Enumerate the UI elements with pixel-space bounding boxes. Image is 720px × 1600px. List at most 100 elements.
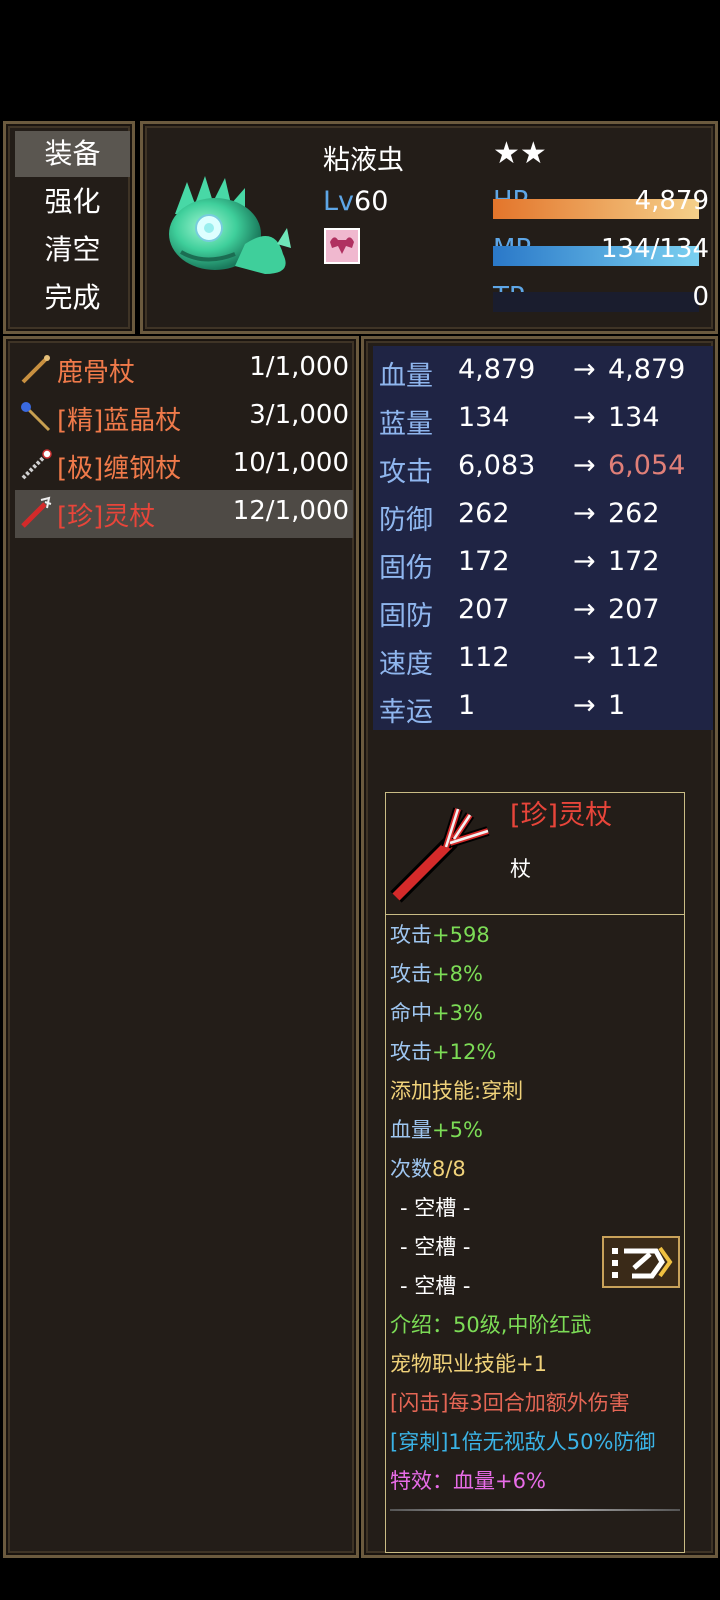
prop-value: +3%	[432, 1001, 483, 1025]
item-count: 1/1,000	[249, 352, 349, 382]
list-item[interactable]: [极]缠钢杖 10/1,000	[15, 442, 353, 490]
stat-arrow: →	[573, 402, 596, 433]
pet-skill-text: 宠物职业技能+1	[390, 1352, 547, 1376]
stat-row-luck: 幸运 1 → 1	[373, 682, 713, 730]
stat-after: 172	[608, 546, 660, 577]
stat-after: 1	[608, 690, 626, 721]
prop-row: 攻击+12%	[390, 1036, 496, 1066]
stat-before: 172	[458, 546, 510, 577]
pet-level: Lv60	[323, 186, 388, 217]
blue-crystal-staff-icon	[21, 402, 51, 432]
command-menu: 装备 强化 清空 完成	[3, 121, 135, 334]
stat-before: 134	[458, 402, 510, 433]
level-value: 60	[354, 186, 389, 217]
pierce-skill-text: [穿刺]1倍无视敌人50%防御	[390, 1430, 656, 1454]
tp-bar	[493, 292, 699, 312]
stat-row-speed: 速度 112 → 112	[373, 634, 713, 682]
prop-row: 血量+5%	[390, 1114, 483, 1144]
stat-name: 攻击	[379, 457, 433, 488]
item-detail-card: [珍]灵杖 杖 攻击+598 攻击+8% 命中+3% 攻击+12% 添加技能:穿…	[385, 792, 685, 1553]
stat-before: 6,083	[458, 450, 536, 481]
menu-clear[interactable]: 清空	[15, 227, 130, 273]
prop-value: +12%	[432, 1040, 497, 1064]
stat-name: 血量	[379, 361, 433, 392]
detail-bottom-rule	[390, 1509, 680, 1511]
stat-row-fixed-damage: 固伤 172 → 172	[373, 538, 713, 586]
stat-name: 幸运	[379, 697, 433, 728]
tp-value: 0	[692, 282, 709, 312]
stat-name: 固伤	[379, 553, 433, 584]
stat-name: 速度	[379, 649, 433, 680]
stat-row-fixed-defense: 固防 207 → 207	[373, 586, 713, 634]
flash-skill-text: [闪击]每3回合加额外伤害	[390, 1391, 630, 1415]
stat-before: 262	[458, 498, 510, 529]
stat-arrow: →	[573, 354, 596, 385]
empty-slot: - 空槽 -	[400, 1196, 471, 1220]
stat-arrow: →	[573, 594, 596, 625]
stat-after: 4,879	[608, 354, 686, 385]
stat-after: 112	[608, 642, 660, 673]
green-slime-worm-icon	[169, 176, 291, 274]
special-effect-text: 特效：血量+6%	[390, 1469, 546, 1493]
detail-item-name: [珍]灵杖	[510, 800, 613, 831]
prop-row: 攻击+8%	[390, 958, 483, 988]
hp-value: 4,879	[634, 186, 709, 216]
detail-divider	[386, 914, 684, 915]
stat-row-hp: 血量 4,879 → 4,879	[373, 346, 713, 394]
stat-name: 固防	[379, 601, 433, 632]
stat-after: 207	[608, 594, 660, 625]
equipment-list: 鹿骨杖 1/1,000 [精]蓝晶杖 3/1,000 [极]缠钢杖 10/1,0…	[3, 336, 359, 1558]
prop-label: 攻击	[390, 962, 432, 986]
list-item-selected[interactable]: [珍]灵杖 12/1,000	[15, 490, 353, 538]
prop-label: 血量	[390, 1118, 432, 1142]
pet-status-panel: 粘液虫 ★★ Lv60 HP 4,879 MP 134/134 TP 0	[140, 121, 718, 334]
prop-label: 攻击	[390, 923, 432, 947]
spirit-staff-icon	[21, 496, 52, 528]
prop-label: 攻击	[390, 1040, 432, 1064]
spirit-staff-icon	[390, 807, 490, 903]
stat-before: 4,879	[458, 354, 536, 385]
stat-row-mp: 蓝量 134 → 134	[373, 394, 713, 442]
stat-arrow: →	[573, 546, 596, 577]
empty-slot: - 空槽 -	[400, 1274, 471, 1298]
stat-arrow: →	[573, 498, 596, 529]
stat-before: 1	[458, 690, 476, 721]
list-item[interactable]: [精]蓝晶杖 3/1,000	[15, 394, 353, 442]
prop-value: +5%	[432, 1118, 483, 1142]
prop-label: 命中	[390, 1001, 432, 1025]
stat-arrow: →	[573, 642, 596, 673]
prop-row: 攻击+598	[390, 919, 490, 949]
stat-after: 134	[608, 402, 660, 433]
item-name: [精]蓝晶杖	[57, 406, 182, 436]
pet-name: 粘液虫	[323, 145, 404, 176]
bone-staff-icon	[21, 355, 50, 384]
uses-label: 次数	[390, 1157, 432, 1181]
item-name: 鹿骨杖	[57, 358, 136, 388]
item-name: [极]缠钢杖	[57, 454, 182, 484]
item-count: 3/1,000	[249, 400, 349, 430]
stat-row-defense: 防御 262 → 262	[373, 490, 713, 538]
stat-name: 防御	[379, 505, 433, 536]
uses-value: 8/8	[432, 1157, 466, 1181]
list-item[interactable]: 鹿骨杖 1/1,000	[15, 346, 353, 394]
pet-stars: ★★	[493, 136, 547, 171]
menu-done[interactable]: 完成	[15, 275, 130, 321]
uses-row: 次数8/8	[390, 1153, 466, 1183]
empty-slot: - 空槽 -	[400, 1235, 471, 1259]
mp-value: 134/134	[600, 234, 709, 264]
menu-enhance[interactable]: 强化	[15, 179, 130, 225]
intro-text: 介绍：50级,中阶红武	[390, 1313, 592, 1337]
stat-after: 262	[608, 498, 660, 529]
prop-row: 命中+3%	[390, 997, 483, 1027]
menu-equip[interactable]: 装备	[15, 131, 130, 177]
prop-value: +8%	[432, 962, 483, 986]
item-count: 10/1,000	[232, 448, 349, 478]
prop-value: +598	[432, 923, 490, 947]
added-skill: 添加技能:穿刺	[390, 1079, 524, 1103]
item-count: 12/1,000	[232, 496, 349, 526]
detail-item-type: 杖	[510, 857, 531, 881]
stat-after: 6,054	[608, 450, 686, 481]
stat-arrow: →	[573, 690, 596, 721]
item-name: [珍]灵杖	[57, 502, 156, 532]
equip-arrow-icon[interactable]	[602, 1236, 680, 1288]
